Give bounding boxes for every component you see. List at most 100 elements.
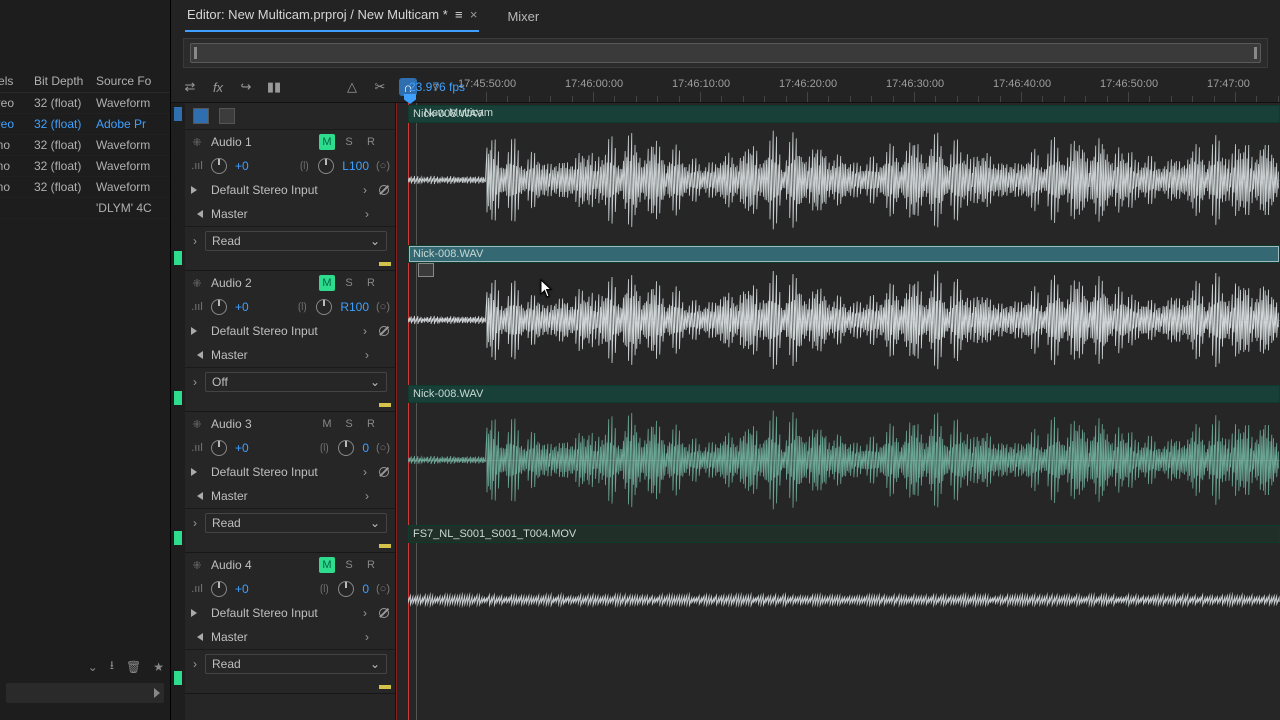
volume-value[interactable]: +0 bbox=[235, 441, 249, 455]
meter-icon[interactable]: ▮▮ bbox=[265, 78, 283, 96]
trash-icon[interactable]: 🗑 bbox=[126, 660, 141, 674]
automation-expand-icon[interactable]: › bbox=[193, 657, 197, 671]
chevron-right-icon[interactable]: › bbox=[365, 348, 373, 362]
tab-mixer[interactable]: Mixer bbox=[505, 3, 541, 32]
pan-value[interactable]: R100 bbox=[340, 300, 369, 314]
project-row[interactable]: ereo32 (float)Waveform bbox=[0, 93, 170, 114]
close-icon[interactable]: × bbox=[470, 7, 478, 22]
pan-value[interactable]: L100 bbox=[342, 159, 369, 173]
timecode-display[interactable]: 23.976 fps bbox=[409, 80, 465, 94]
solo-button[interactable]: S bbox=[341, 134, 357, 150]
waveform[interactable] bbox=[408, 405, 1280, 515]
track-output[interactable]: Master bbox=[211, 630, 357, 644]
clip[interactable]: Nick-008.WAV bbox=[408, 245, 1280, 263]
project-row[interactable]: ono32 (float)Waveform bbox=[0, 156, 170, 177]
chevron-right-icon[interactable]: › bbox=[365, 489, 373, 503]
track-header[interactable]: ⁜ Audio 4 M S R .ııl +0 ⟮❘⟯ 0 (○) Defaul… bbox=[185, 553, 395, 694]
waveform[interactable] bbox=[408, 265, 1280, 375]
chevron-right-icon[interactable]: › bbox=[365, 630, 373, 644]
record-button[interactable]: R bbox=[363, 134, 379, 150]
automation-expand-icon[interactable]: › bbox=[193, 516, 197, 530]
automation-mode-select[interactable]: Read⌄ bbox=[205, 654, 387, 674]
waveform[interactable] bbox=[408, 125, 1280, 235]
track-input[interactable]: Default Stereo Input bbox=[211, 606, 355, 620]
volume-knob[interactable] bbox=[211, 440, 227, 456]
fx-icon[interactable]: fx bbox=[209, 78, 227, 96]
volume-value[interactable]: +0 bbox=[235, 159, 249, 173]
star-icon[interactable]: ★ bbox=[153, 660, 164, 674]
mute-button[interactable]: M bbox=[319, 557, 335, 573]
track-output[interactable]: Master bbox=[211, 489, 357, 503]
clip[interactable]: Nick-008.WAV bbox=[408, 105, 1280, 123]
volume-knob[interactable] bbox=[211, 158, 227, 174]
waveform[interactable] bbox=[408, 545, 1280, 655]
solo-button[interactable]: S bbox=[341, 557, 357, 573]
track-input[interactable]: Default Stereo Input bbox=[211, 465, 355, 479]
clip-area[interactable]: New Multicam Nick-008.WAVNick-008.WAVNic… bbox=[396, 103, 1280, 720]
chevron-right-icon[interactable]: › bbox=[363, 606, 371, 620]
track-name[interactable]: Audio 2 bbox=[211, 276, 311, 290]
record-button[interactable]: R bbox=[363, 416, 379, 432]
automation-expand-icon[interactable]: › bbox=[193, 234, 197, 248]
track-header[interactable]: ⁜ Audio 2 M S R .ııl +0 ⟮❘⟯ R100 (○) Def… bbox=[185, 271, 395, 412]
import-icon[interactable]: ⭳ bbox=[110, 656, 114, 677]
volume-value[interactable]: +0 bbox=[235, 582, 249, 596]
mute-button[interactable]: M bbox=[319, 275, 335, 291]
record-button[interactable]: R bbox=[363, 275, 379, 291]
loop-icon[interactable]: ⇄ bbox=[181, 78, 199, 96]
volume-value[interactable]: +0 bbox=[235, 300, 249, 314]
automation-mode-select[interactable]: Read⌄ bbox=[205, 513, 387, 533]
fx-bypass-icon[interactable] bbox=[379, 608, 389, 618]
pan-knob[interactable] bbox=[338, 440, 354, 456]
chevron-right-icon[interactable]: › bbox=[365, 207, 373, 221]
track-name[interactable]: Audio 1 bbox=[211, 135, 311, 149]
track-input[interactable]: Default Stereo Input bbox=[211, 324, 355, 338]
chevron-right-icon[interactable]: › bbox=[363, 183, 371, 197]
timeline-overview[interactable] bbox=[183, 38, 1268, 68]
global-mute-toggle[interactable] bbox=[193, 108, 209, 124]
fx-bypass-icon[interactable] bbox=[379, 467, 389, 477]
cut-icon[interactable]: ✂ bbox=[371, 78, 389, 96]
fx-bypass-icon[interactable] bbox=[379, 185, 389, 195]
time-ruler[interactable]: 17:45:50:0017:46:00:0017:46:10:0017:46:2… bbox=[481, 72, 1280, 102]
volume-knob[interactable] bbox=[211, 299, 227, 315]
global-track-toggle[interactable] bbox=[219, 108, 235, 124]
overview-thumb[interactable] bbox=[190, 43, 1261, 63]
automation-expand-icon[interactable]: › bbox=[193, 375, 197, 389]
chevron-right-icon[interactable]: › bbox=[363, 465, 371, 479]
volume-knob[interactable] bbox=[211, 581, 227, 597]
clip[interactable]: Nick-008.WAV bbox=[408, 385, 1280, 403]
track-header[interactable]: ⁜ Audio 1 M S R .ııl +0 ⟮❘⟯ L100 (○) Def… bbox=[185, 130, 395, 271]
skip-silence-icon[interactable]: ↪ bbox=[237, 78, 255, 96]
project-row[interactable]: ono32 (float)Waveform bbox=[0, 135, 170, 156]
pan-value[interactable]: 0 bbox=[362, 441, 369, 455]
chevron-right-icon[interactable]: › bbox=[363, 324, 371, 338]
project-row[interactable]: ereo32 (float)Adobe Pr bbox=[0, 114, 170, 135]
track-input[interactable]: Default Stereo Input bbox=[211, 183, 355, 197]
clip[interactable]: FS7_NL_S001_S001_T004.MOV bbox=[408, 525, 1280, 543]
pan-knob[interactable] bbox=[318, 158, 334, 174]
project-row[interactable]: ono32 (float)Waveform bbox=[0, 177, 170, 198]
warning-icon[interactable]: △ bbox=[343, 78, 361, 96]
solo-button[interactable]: S bbox=[341, 416, 357, 432]
tab-menu-icon[interactable]: ≡ bbox=[455, 7, 463, 22]
solo-button[interactable]: S bbox=[341, 275, 357, 291]
pan-value[interactable]: 0 bbox=[362, 582, 369, 596]
chevron-down-icon[interactable]: ⌄ bbox=[88, 660, 98, 674]
mute-button[interactable]: M bbox=[319, 416, 335, 432]
pan-knob[interactable] bbox=[338, 581, 354, 597]
track-output[interactable]: Master bbox=[211, 348, 357, 362]
mute-button[interactable]: M bbox=[319, 134, 335, 150]
record-button[interactable]: R bbox=[363, 557, 379, 573]
automation-mode-select[interactable]: Read⌄ bbox=[205, 231, 387, 251]
fx-bypass-icon[interactable] bbox=[379, 326, 389, 336]
automation-mode-select[interactable]: Off⌄ bbox=[205, 372, 387, 392]
project-row[interactable]: 'DLYM' 4C bbox=[0, 198, 170, 219]
tab-editor[interactable]: Editor: New Multicam.prproj / New Multic… bbox=[185, 1, 479, 32]
track-output[interactable]: Master bbox=[211, 207, 357, 221]
track-header[interactable]: ⁜ Audio 3 M S R .ııl +0 ⟮❘⟯ 0 (○) Defaul… bbox=[185, 412, 395, 553]
track-name[interactable]: Audio 3 bbox=[211, 417, 311, 431]
pan-knob[interactable] bbox=[316, 299, 332, 315]
track-name[interactable]: Audio 4 bbox=[211, 558, 311, 572]
project-filter-bar[interactable] bbox=[6, 683, 164, 703]
